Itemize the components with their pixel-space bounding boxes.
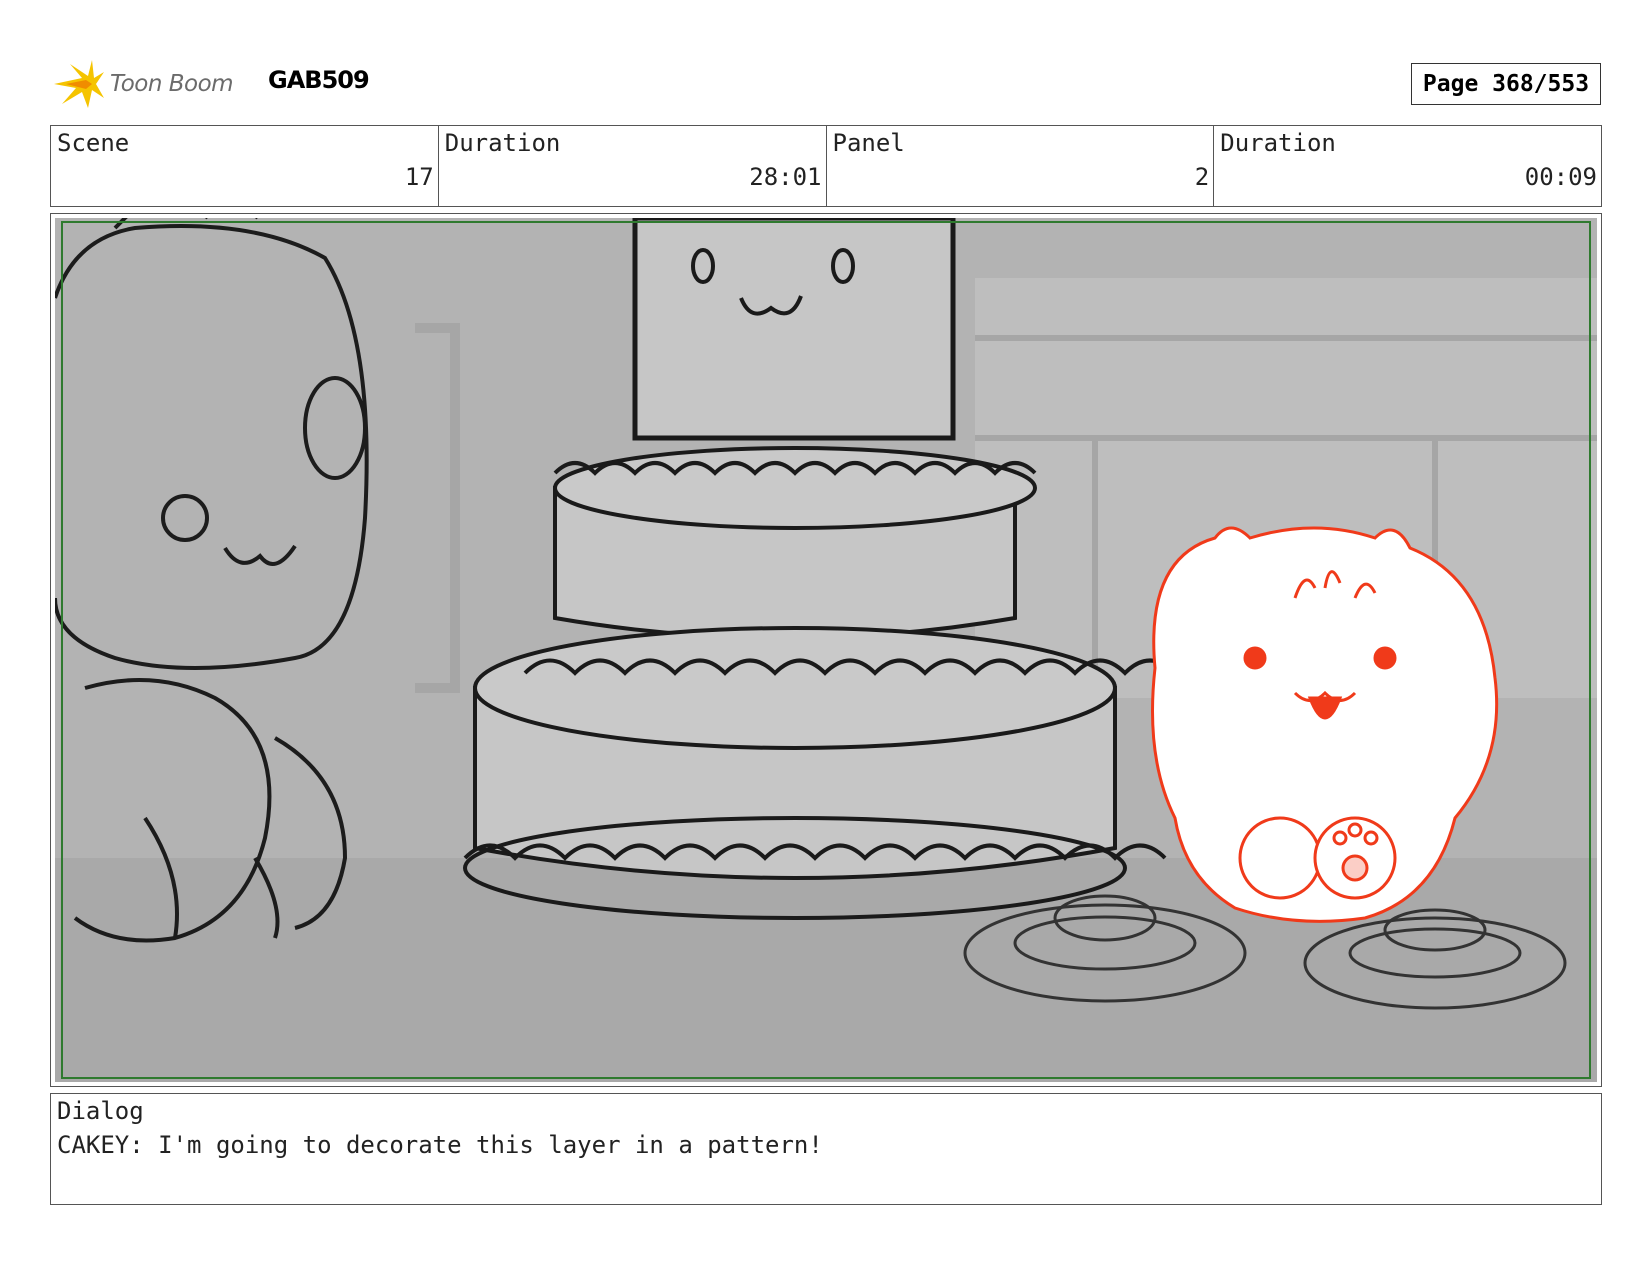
scene-value: 17	[404, 163, 434, 191]
panel-duration-value: 00:09	[1524, 163, 1597, 191]
scene-cell: Scene 17	[51, 126, 439, 206]
storyboard-panel-image	[55, 218, 1597, 1082]
logo-text: Toon Boom	[110, 71, 234, 97]
scene-label: Scene	[57, 129, 130, 157]
dialog-label: Dialog	[57, 1097, 144, 1125]
scene-duration-value: 28:01	[749, 163, 822, 191]
panel-label: Panel	[832, 129, 905, 157]
flame-icon	[54, 60, 104, 108]
project-code: GAB509	[268, 66, 370, 94]
page-indicator: Page 368/553	[1411, 63, 1601, 105]
scene-info-table: Scene 17 Duration 28:01 Panel 2 Duration…	[50, 125, 1602, 207]
panel-duration-label: Duration	[1220, 129, 1336, 157]
panel-duration-cell: Duration 00:09	[1214, 126, 1601, 206]
scene-duration-cell: Duration 28:01	[439, 126, 827, 206]
dialog-text: CAKEY: I'm going to decorate this layer …	[57, 1131, 823, 1159]
panel-value: 2	[1194, 163, 1210, 191]
panel-cell: Panel 2	[827, 126, 1215, 206]
dialog-box: Dialog CAKEY: I'm going to decorate this…	[50, 1093, 1602, 1205]
scene-duration-label: Duration	[444, 129, 561, 157]
toon-boom-logo: Toon Boom	[52, 58, 234, 110]
storyboard-panel-frame	[50, 213, 1602, 1087]
